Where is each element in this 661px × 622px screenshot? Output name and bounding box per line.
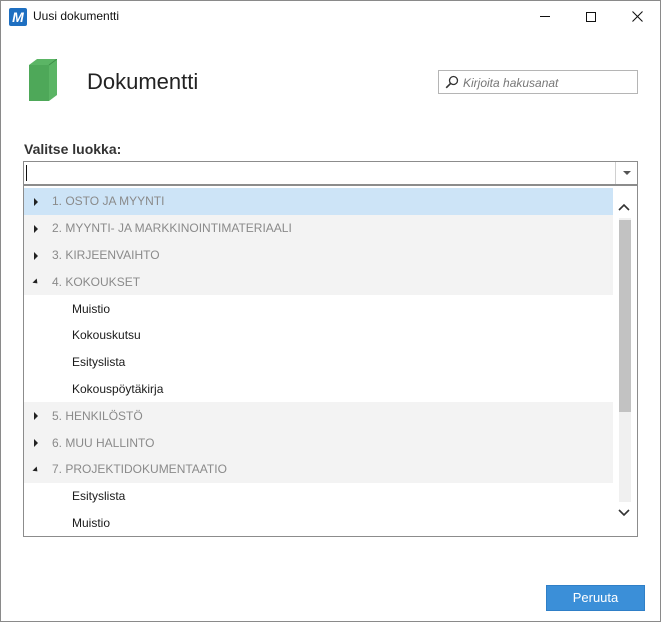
cancel-button[interactable]: Peruuta (546, 585, 645, 611)
tree-item-row[interactable]: Kokouskutsu (24, 321, 614, 349)
collapsed-triangle-icon[interactable] (34, 224, 38, 233)
tree-category-row[interactable]: 7. PROJEKTIDOKUMENTAATIO (24, 455, 614, 483)
tree-row-label: Muistio (72, 515, 111, 530)
close-icon (631, 11, 643, 22)
scroll-up-icon[interactable] (617, 202, 631, 212)
tree-item-row[interactable]: Muistio (24, 295, 614, 322)
tree-category-row[interactable]: 1. OSTO JA MYYNTI (24, 188, 614, 215)
tree-row-label: Esityslista (72, 355, 126, 370)
scroll-thumb[interactable] (619, 220, 631, 412)
tree-row-label: 6. MUU HALLINTO (52, 435, 155, 450)
tree-item-row[interactable]: Esityslista (24, 482, 614, 510)
dialog-window: M Uusi dokumentti Dokumentti Valitse luo… (0, 0, 661, 622)
app-logo-icon: M (9, 8, 27, 26)
category-label: Valitse luokka: (24, 141, 122, 157)
tree-row-label: Kokouskutsu (72, 328, 141, 343)
tree-category-row[interactable]: 3. KIRJEENVAIHTO (24, 241, 614, 269)
tree-row-label: 1. OSTO JA MYYNTI (52, 194, 165, 209)
tree-row-label: 3. KIRJEENVAIHTO (52, 247, 160, 262)
tree-item-row[interactable]: Esityslista (24, 348, 614, 376)
collapsed-triangle-icon[interactable] (34, 198, 38, 206)
tree-category-row[interactable]: 6. MUU HALLINTO (24, 429, 614, 456)
category-combobox[interactable] (23, 161, 638, 185)
maximize-button[interactable] (568, 1, 614, 32)
book-icon (29, 59, 57, 101)
window-title: Uusi dokumentti (33, 9, 120, 23)
search-input[interactable] (463, 74, 633, 91)
minimize-icon (540, 16, 550, 17)
page-title: Dokumentti (87, 69, 199, 94)
tree-row-label: Kokouspöytäkirja (72, 381, 164, 396)
tree-item-row[interactable]: Muistio (24, 509, 614, 536)
category-dropdown-list: 1. OSTO JA MYYNTI 2. MYYNTI- JA MARKKINOI… (23, 185, 638, 537)
chevron-down-icon (622, 171, 631, 175)
tree-row-label: 5. HENKILÖSTÖ (52, 408, 143, 423)
tree-rows: 1. OSTO JA MYYNTI 2. MYYNTI- JA MARKKINOI… (24, 188, 614, 536)
search-box[interactable] (438, 70, 638, 94)
tree-item-row[interactable]: Kokouspöytäkirja (24, 375, 614, 403)
tree-row-label: Esityslista (72, 489, 126, 504)
tree-category-row[interactable]: 2. MYYNTI- JA MARKKINOINTIMATERIAALI (24, 214, 614, 242)
collapsed-triangle-icon[interactable] (34, 439, 38, 448)
tree-row-label: 2. MYYNTI- JA MARKKINOINTIMATERIAALI (52, 221, 292, 236)
collapsed-triangle-icon[interactable] (34, 251, 38, 260)
collapsed-triangle-icon[interactable] (34, 412, 38, 421)
tree-row-label: 4. KOKOUKSET (52, 274, 141, 289)
tree-category-row[interactable]: 4. KOKOUKSET (24, 268, 614, 296)
search-icon (445, 75, 459, 89)
text-caret (26, 165, 27, 181)
expanded-triangle-icon[interactable] (32, 466, 40, 474)
title-bar: M Uusi dokumentti (1, 1, 660, 32)
scroll-down-icon[interactable] (617, 508, 631, 518)
combo-dropdown-button[interactable] (615, 162, 637, 184)
close-button[interactable] (614, 1, 660, 32)
minimize-button[interactable] (522, 1, 568, 32)
tree-row-label: 7. PROJEKTIDOKUMENTAATIO (52, 462, 227, 477)
vertical-scrollbar[interactable] (613, 186, 637, 536)
maximize-icon (586, 11, 596, 22)
tree-category-row[interactable]: 5. HENKILÖSTÖ (24, 402, 614, 430)
tree-row-label: Muistio (72, 301, 111, 316)
expanded-triangle-icon[interactable] (32, 278, 40, 286)
